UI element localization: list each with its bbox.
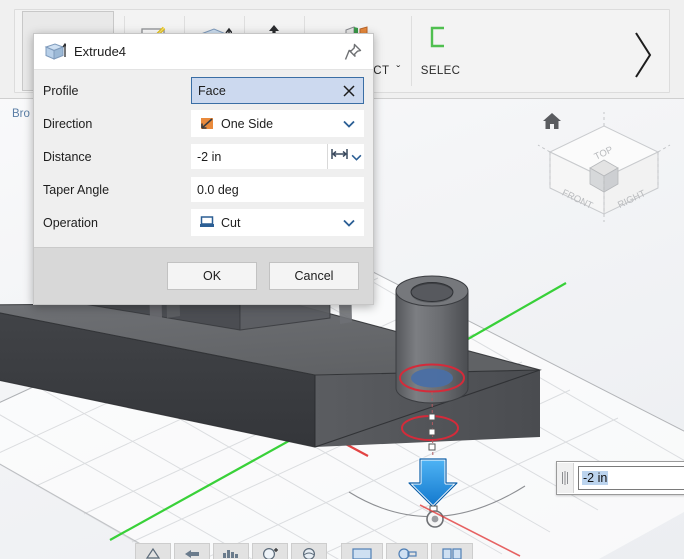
inline-distance-value: -2 in xyxy=(582,471,609,485)
row-distance: Distance -2 in xyxy=(34,140,373,173)
extent-type-button[interactable] xyxy=(327,144,364,169)
operation-value: Cut xyxy=(221,215,241,230)
zoom-window-icon[interactable] xyxy=(213,543,249,559)
label-profile: Profile xyxy=(43,83,79,98)
row-taper-angle: Taper Angle 0.0 deg xyxy=(34,173,373,206)
distance-value: -2 in xyxy=(197,149,222,164)
extent-icon xyxy=(330,147,350,166)
orbit-icon[interactable] xyxy=(135,543,171,559)
extrude-dialog-title: Extrude4 xyxy=(74,44,127,59)
viewcube[interactable]: TOP FRONT RIGHT xyxy=(536,112,676,222)
label-distance: Distance xyxy=(43,149,92,164)
taper-angle-value: 0.0 deg xyxy=(197,182,239,197)
extrude-dialog-titlebar[interactable]: Extrude4 xyxy=(34,34,373,70)
ribbon-group-select: SELEC xyxy=(410,10,471,92)
viewports-icon[interactable] xyxy=(431,543,473,559)
cancel-button[interactable]: Cancel xyxy=(269,262,359,290)
distance-input[interactable]: -2 in xyxy=(191,144,327,169)
pin-icon[interactable] xyxy=(341,40,365,64)
profile-selection-value: Face xyxy=(198,83,226,98)
navigation-bar[interactable] xyxy=(135,543,473,559)
label-direction: Direction xyxy=(43,116,93,131)
extrude-dialog[interactable]: Extrude4 Profile Face Direction One Side… xyxy=(33,33,374,305)
operation-dropdown[interactable]: Cut xyxy=(191,209,364,236)
chevron-down-icon[interactable] xyxy=(341,120,357,128)
cut-icon xyxy=(198,215,216,231)
pan-icon[interactable] xyxy=(174,543,210,559)
zoom-in-icon[interactable] xyxy=(252,543,288,559)
profile-selection-field[interactable]: Face xyxy=(191,77,364,104)
direction-dropdown[interactable]: One Side xyxy=(191,110,364,137)
direction-value: One Side xyxy=(221,116,274,131)
inline-distance-input[interactable]: -2 in xyxy=(578,466,684,490)
row-operation: Operation Cut xyxy=(34,206,373,239)
inline-value-editor[interactable]: -2 in xyxy=(556,461,684,495)
ribbon-expand-icon[interactable] xyxy=(625,26,661,84)
grip-icon[interactable] xyxy=(557,463,574,493)
one-side-icon xyxy=(198,116,216,132)
label-operation: Operation xyxy=(43,215,98,230)
row-direction: Direction One Side xyxy=(34,107,373,140)
taper-angle-input[interactable]: 0.0 deg xyxy=(191,177,364,202)
row-profile: Profile Face xyxy=(34,74,373,107)
extrude-dialog-body: Profile Face Direction One Side Distance… xyxy=(34,70,373,239)
select-icon[interactable] xyxy=(421,19,461,59)
home-icon[interactable] xyxy=(542,112,562,135)
browser-panel-label[interactable]: Bro xyxy=(12,108,34,120)
zoom-fit-icon[interactable] xyxy=(291,543,327,559)
extrude-icon xyxy=(43,40,67,64)
chevron-down-icon[interactable] xyxy=(341,219,357,227)
ribbon-label-select: SELEC xyxy=(420,65,461,77)
label-taper-angle: Taper Angle xyxy=(43,182,110,197)
chevron-down-icon[interactable] xyxy=(351,148,362,166)
grid-snap-icon[interactable] xyxy=(386,543,428,559)
display-settings-icon[interactable] xyxy=(341,543,383,559)
chevron-down-icon[interactable]: ˇ xyxy=(396,65,400,77)
close-icon[interactable] xyxy=(341,83,357,99)
extrude-dialog-footer: OK Cancel xyxy=(34,247,373,304)
fusion360-window: Bro TOP FRONT RIGHT -2 in ˇ SELEC Extrud… xyxy=(0,0,684,559)
ok-button[interactable]: OK xyxy=(167,262,257,290)
